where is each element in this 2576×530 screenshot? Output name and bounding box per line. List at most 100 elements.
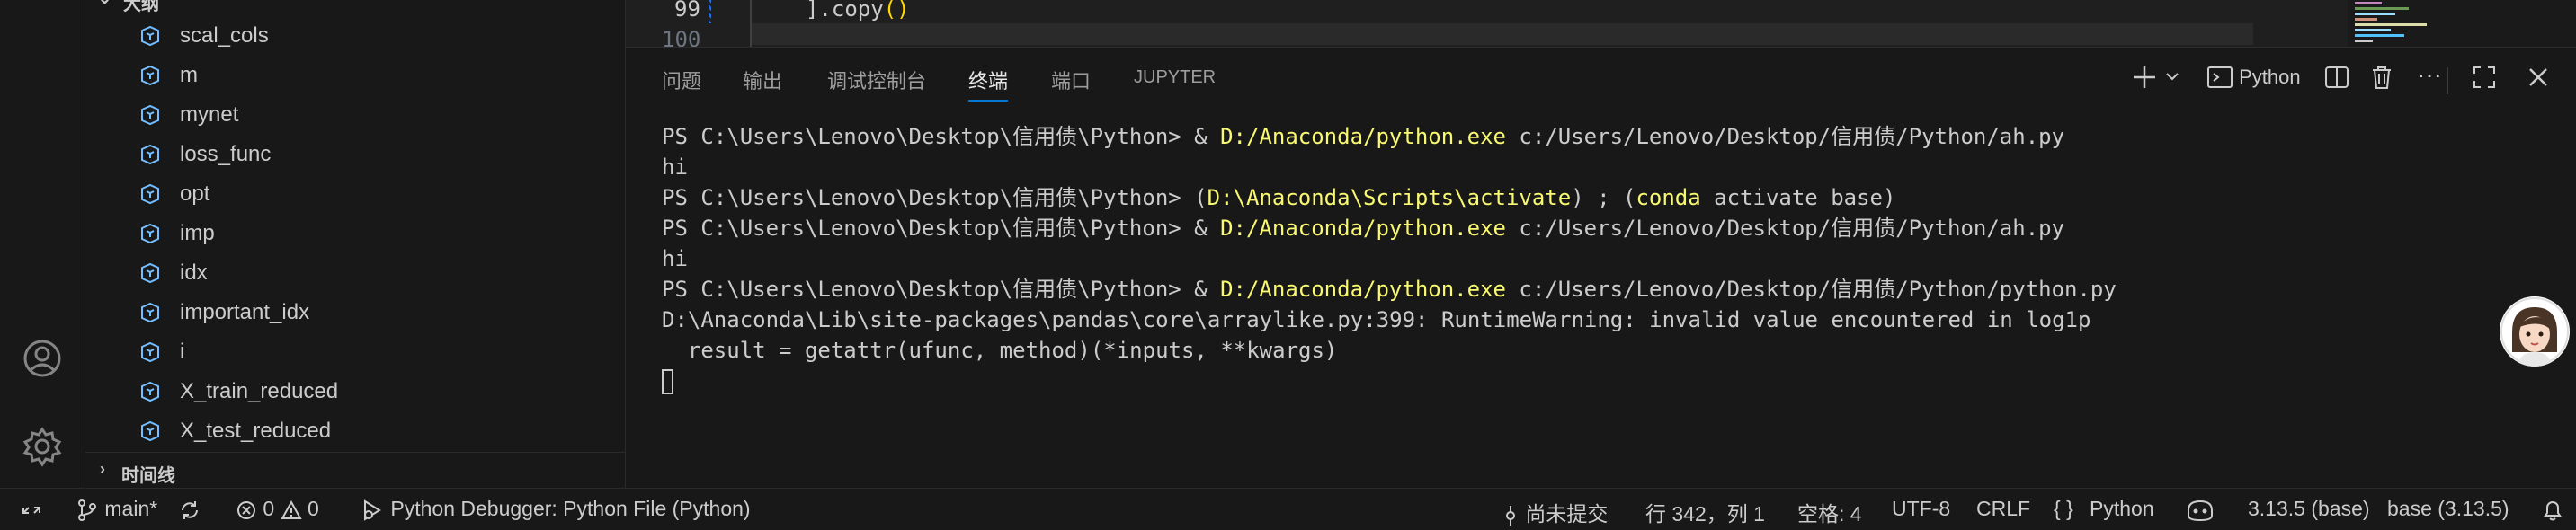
- bottom-panel: 问题 输出 调试控制台 终端 端口 JUPYTER Python ··· PS …: [626, 47, 2576, 489]
- terminal-output[interactable]: PS C:\Users\Lenovo\Desktop\信用债\Python> &…: [662, 121, 2550, 396]
- close-icon[interactable]: [2525, 64, 2552, 96]
- branch-indicator[interactable]: main*: [76, 497, 157, 524]
- debug-icon: [364, 499, 381, 521]
- new-terminal-button[interactable]: [2131, 64, 2158, 96]
- outline-item[interactable]: imp: [139, 217, 607, 250]
- outline-item[interactable]: m: [139, 59, 607, 92]
- account-icon[interactable]: [22, 338, 63, 379]
- status-bar: main* 0 0 Python Debugger: Python File (…: [0, 488, 2576, 530]
- outline-item[interactable]: mynet: [139, 99, 607, 131]
- terminal-line: result = getattr(ufunc, method)(*inputs,…: [662, 338, 1338, 363]
- debugger-label: Python Debugger: Python File (Python): [390, 497, 751, 520]
- minimap[interactable]: [2348, 0, 2576, 47]
- branch-name: main*: [104, 497, 158, 520]
- variable-symbol-icon: [139, 144, 161, 165]
- outline-item[interactable]: X_train_reduced: [139, 375, 607, 408]
- code-line: ].copy(): [806, 0, 910, 22]
- horizontal-scrollbar[interactable]: [752, 23, 2253, 45]
- timeline-title: 时间线: [121, 466, 175, 486]
- variable-symbol-icon: [139, 25, 161, 47]
- bell-icon[interactable]: [2541, 497, 2564, 524]
- outline-item-label: i: [180, 340, 185, 364]
- problems-indicator[interactable]: 0 0: [236, 497, 319, 524]
- tab-terminal[interactable]: 终端: [968, 66, 1009, 102]
- git-branch-icon: [78, 499, 96, 521]
- end-of-line[interactable]: CRLF: [1976, 497, 2030, 524]
- copilot-icon[interactable]: [2185, 497, 2215, 524]
- outline-item[interactable]: loss_func: [139, 138, 607, 171]
- terminal-line: hi: [662, 155, 688, 180]
- outline-item-label: X_test_reduced: [180, 419, 332, 443]
- variable-symbol-icon: [139, 223, 161, 244]
- indentation[interactable]: 空格: 4: [1797, 497, 1862, 526]
- tab-ports[interactable]: 端口: [1051, 66, 1091, 100]
- outline-header[interactable]: ⌄ 大纲: [85, 0, 625, 14]
- trash-icon[interactable]: [2368, 64, 2395, 96]
- commit-icon: [1506, 505, 1515, 526]
- chevron-down-icon[interactable]: [2163, 67, 2181, 100]
- remote-indicator-icon[interactable]: [20, 497, 43, 524]
- variable-symbol-icon: [139, 262, 161, 284]
- chevron-right-icon: ›: [100, 460, 105, 478]
- outline-item[interactable]: idx: [139, 257, 607, 289]
- variable-symbol-icon: [139, 341, 161, 363]
- conda-environment[interactable]: base (3.13.5): [2387, 497, 2509, 524]
- outline-item-label: imp: [180, 221, 215, 245]
- error-icon: [237, 500, 255, 519]
- encoding[interactable]: UTF-8: [1892, 497, 1950, 524]
- more-actions-icon[interactable]: ···: [2417, 60, 2442, 93]
- language-braces-icon[interactable]: { }: [2054, 497, 2073, 524]
- outline-item-label: opt: [180, 181, 210, 206]
- variable-symbol-icon: [139, 302, 161, 323]
- maximize-panel-icon[interactable]: [2471, 64, 2498, 96]
- variable-symbol-icon: [139, 420, 161, 442]
- commit-status[interactable]: 尚未提交: [1502, 497, 1609, 526]
- outline-item[interactable]: i: [139, 336, 607, 368]
- tab-debug-console[interactable]: 调试控制台: [827, 66, 926, 100]
- diff-indicator: [709, 0, 711, 23]
- variable-symbol-icon: [139, 183, 161, 205]
- outline-item-label: scal_cols: [180, 23, 269, 48]
- outline-item-label: mynet: [180, 102, 239, 127]
- terminal-line: PS C:\Users\Lenovo\Desktop\信用债\Python> (…: [662, 185, 1896, 210]
- outline-item[interactable]: important_idx: [139, 296, 607, 329]
- assistant-avatar[interactable]: [2500, 296, 2570, 367]
- cursor-position[interactable]: 行 342，列 1: [1645, 497, 1765, 526]
- terminal-line: PS C:\Users\Lenovo\Desktop\信用债\Python> &…: [662, 124, 2065, 149]
- terminal-instance[interactable]: Python: [2206, 64, 2301, 96]
- activity-bar: [0, 0, 85, 488]
- tab-output[interactable]: 输出: [743, 66, 782, 100]
- outline-title: 大纲: [123, 0, 159, 14]
- warning-count: 0: [307, 497, 319, 520]
- tab-problems[interactable]: 问题: [662, 66, 701, 100]
- outline-item[interactable]: opt: [139, 178, 607, 210]
- gear-icon[interactable]: [22, 426, 63, 467]
- terminal-line: PS C:\Users\Lenovo\Desktop\信用债\Python> &…: [662, 216, 2065, 241]
- debugger-config[interactable]: Python Debugger: Python File (Python): [360, 497, 751, 524]
- split-terminal-icon[interactable]: [2323, 64, 2350, 96]
- tab-jupyter[interactable]: JUPYTER: [1134, 67, 1216, 102]
- editor-area[interactable]: 99 100 ].copy(): [626, 0, 2576, 47]
- separator: [2447, 67, 2448, 94]
- outline-panel: ⌄ 大纲 scal_colsm mynet loss_funcopt imp idx im…: [85, 0, 626, 488]
- timeline-header[interactable]: › 时间线: [85, 452, 625, 489]
- outline-item-label: X_train_reduced: [180, 379, 339, 403]
- warning-icon: [280, 499, 302, 519]
- terminal-line: PS C:\Users\Lenovo\Desktop\信用债\Python> &…: [662, 277, 2117, 302]
- language-mode[interactable]: Python: [2090, 497, 2154, 524]
- terminal-line: D:\Anaconda\Lib\site-packages\pandas\cor…: [662, 307, 2091, 332]
- sync-icon[interactable]: [178, 497, 201, 524]
- variable-symbol-icon: [139, 65, 161, 86]
- terminal-icon: [2207, 66, 2233, 88]
- outline-item-label: idx: [180, 261, 208, 285]
- terminal-cursor-line: [662, 366, 2550, 396]
- outline-item[interactable]: X_test_reduced: [139, 415, 607, 447]
- variable-symbol-icon: [139, 381, 161, 402]
- outline-item[interactable]: scal_cols: [139, 20, 607, 52]
- commit-label: 尚未提交: [1525, 502, 1609, 526]
- chevron-down-icon: ⌄: [98, 0, 111, 8]
- terminal-cursor: [662, 369, 673, 394]
- python-interpreter[interactable]: 3.13.5 (base): [2248, 497, 2370, 524]
- terminal-line: hi: [662, 246, 688, 271]
- terminal-name: Python: [2239, 66, 2301, 88]
